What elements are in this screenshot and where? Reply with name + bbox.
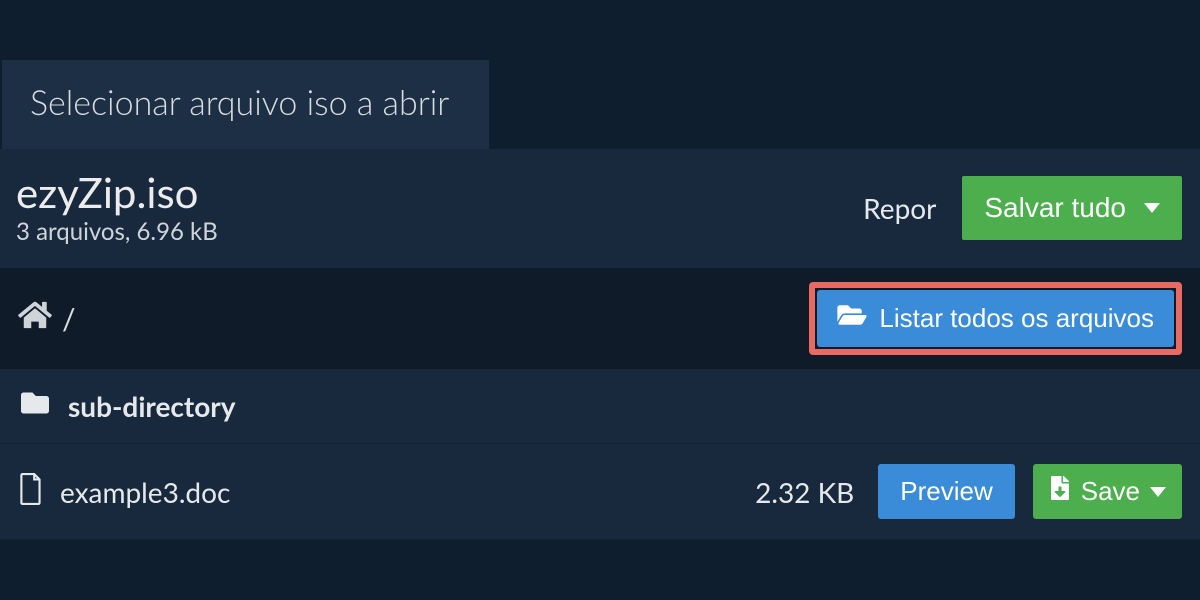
save-all-label: Salvar tudo bbox=[984, 192, 1126, 224]
breadcrumb[interactable]: / bbox=[18, 300, 76, 337]
breadcrumb-path: / bbox=[62, 301, 76, 337]
file-title-block: ezyZip.iso 3 arquivos, 6.96 kB bbox=[16, 169, 218, 246]
save-button[interactable]: Save bbox=[1033, 464, 1182, 519]
caret-down-icon bbox=[1144, 203, 1160, 213]
row-left: sub-directory bbox=[18, 389, 236, 423]
row-left: example3.doc bbox=[18, 473, 230, 511]
header-actions: Repor Salvar tudo bbox=[863, 176, 1182, 240]
save-label: Save bbox=[1081, 476, 1140, 507]
tab-label: Selecionar arquivo iso a abrir bbox=[30, 82, 449, 123]
folder-open-icon bbox=[837, 302, 867, 335]
row-name: example3.doc bbox=[60, 475, 230, 509]
file-icon bbox=[18, 473, 44, 511]
tab-select-file[interactable]: Selecionar arquivo iso a abrir bbox=[2, 60, 489, 149]
list-all-label: Listar todos os arquivos bbox=[879, 303, 1154, 334]
row-name: sub-directory bbox=[68, 389, 236, 423]
highlight-annotation: Listar todos os arquivos bbox=[809, 282, 1182, 355]
breadcrumb-bar: / Listar todos os arquivos bbox=[0, 268, 1200, 369]
file-header: ezyZip.iso 3 arquivos, 6.96 kB Repor Sal… bbox=[0, 149, 1200, 268]
file-size: 2.32 KB bbox=[755, 475, 854, 509]
home-icon bbox=[18, 300, 52, 337]
list-item[interactable]: sub-directory bbox=[0, 369, 1200, 444]
list-all-files-button[interactable]: Listar todos os arquivos bbox=[817, 290, 1174, 347]
list-item[interactable]: example3.doc 2.32 KB Preview Save bbox=[0, 444, 1200, 540]
folder-icon bbox=[18, 389, 52, 423]
file-summary: 3 arquivos, 6.96 kB bbox=[16, 217, 218, 246]
file-name: ezyZip.iso bbox=[16, 169, 218, 215]
preview-button[interactable]: Preview bbox=[878, 464, 1014, 519]
reset-link[interactable]: Repor bbox=[863, 191, 936, 225]
row-right: 2.32 KB Preview Save bbox=[755, 464, 1182, 519]
save-all-button[interactable]: Salvar tudo bbox=[962, 176, 1182, 240]
download-icon bbox=[1049, 476, 1071, 507]
file-list: sub-directory example3.doc 2.32 KB Previ… bbox=[0, 369, 1200, 540]
caret-down-icon bbox=[1150, 487, 1166, 497]
top-spacer bbox=[0, 0, 1200, 60]
